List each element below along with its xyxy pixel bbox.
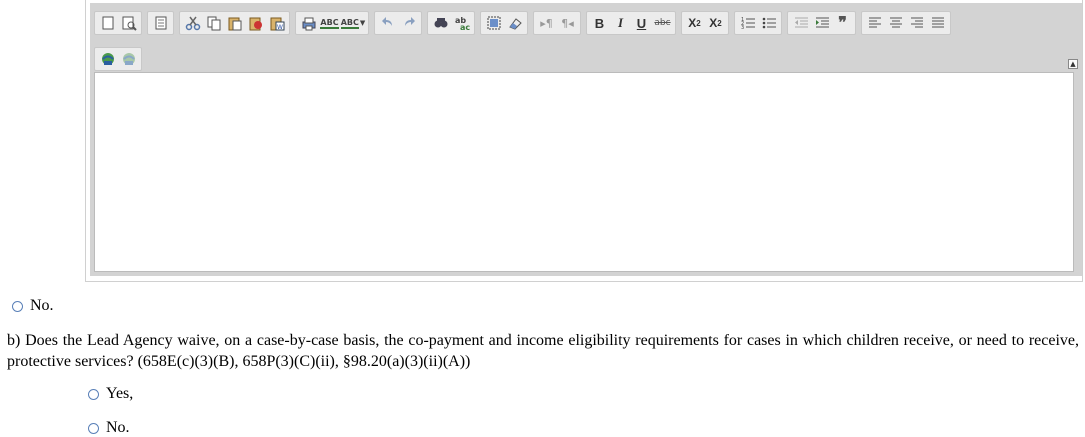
collapse-toolbar-button[interactable]: ▲ (1068, 59, 1078, 69)
option-label: No. (30, 297, 54, 314)
toolbar-group-select (480, 11, 528, 35)
toolbar-group-indent: ❞ (787, 11, 856, 35)
replace-icon[interactable]: ab ac (451, 13, 472, 33)
toolbar-group-templates (147, 11, 174, 35)
spellcheck-dropdown-icon[interactable]: ABC ▼ (340, 13, 366, 33)
radio-button[interactable] (88, 422, 99, 434)
paste-icon[interactable] (224, 13, 245, 33)
underline-icon[interactable]: U (631, 13, 652, 33)
toolbar-group-direction: ▸¶ ¶◂ (533, 11, 581, 35)
bulleted-list-icon[interactable] (758, 13, 779, 33)
toolbar-group-align (861, 11, 951, 35)
superscript-icon[interactable]: X2 (705, 13, 726, 33)
toolbar-group-find: ab ac (427, 11, 475, 35)
strike-icon[interactable]: abc (652, 13, 673, 33)
radio-button[interactable] (88, 388, 99, 400)
paste-text-icon[interactable] (245, 13, 266, 33)
superscript-glyph: X (709, 16, 718, 30)
link-icon[interactable] (97, 49, 118, 69)
new-page-icon[interactable] (97, 13, 118, 33)
option-yes[interactable]: Yes, (88, 385, 133, 403)
copy-icon[interactable] (203, 13, 224, 33)
toolbar-row-1: W ABC ABC ▼ ab ac ▸¶ ¶◂ B I Uabc X 2 X 2 1 2 3 ❞ (94, 10, 956, 36)
toolbar-group-basic-styles: B I Uabc (586, 11, 676, 35)
svg-text:W: W (277, 24, 283, 31)
undo-icon[interactable] (377, 13, 398, 33)
select-all-icon[interactable] (483, 13, 504, 33)
option-no-prev[interactable]: No. (12, 297, 54, 315)
toolbar-group-document (94, 11, 142, 35)
svg-text:ac: ac (460, 23, 470, 31)
subscript-icon[interactable]: X2 (684, 13, 705, 33)
toolbar-row-2 (94, 46, 147, 72)
align-right-icon[interactable] (906, 13, 927, 33)
svg-text:3: 3 (741, 25, 744, 31)
rtl-icon[interactable]: ¶◂ (557, 13, 578, 33)
redo-icon[interactable] (398, 13, 419, 33)
find-icon[interactable] (430, 13, 451, 33)
italic-icon[interactable]: I (610, 13, 631, 33)
outdent-icon[interactable] (790, 13, 811, 33)
option-no[interactable]: No. (88, 419, 130, 437)
toolbar-group-print-spell: ABC ABC ▼ (295, 11, 369, 35)
rich-text-editor: W ABC ABC ▼ ab ac ▸¶ ¶◂ B I Uabc X 2 X 2 1 2 3 ❞ ▲ (85, 0, 1083, 282)
ltr-icon[interactable]: ▸¶ (536, 13, 557, 33)
align-left-icon[interactable] (864, 13, 885, 33)
option-label: No. (106, 419, 130, 436)
radio-button[interactable] (12, 300, 23, 312)
remove-format-icon[interactable] (504, 13, 525, 33)
toolbar-group-links (94, 47, 142, 71)
subscript-glyph: X (688, 16, 697, 30)
preview-icon[interactable] (118, 13, 139, 33)
paste-word-icon[interactable]: W (266, 13, 287, 33)
numbered-list-icon[interactable]: 123 (737, 13, 758, 33)
align-center-icon[interactable] (885, 13, 906, 33)
blockquote-icon[interactable]: ❞ (832, 13, 853, 33)
editor-frame: W ABC ABC ▼ ab ac ▸¶ ¶◂ B I Uabc X 2 X 2 1 2 3 ❞ ▲ (90, 3, 1082, 276)
toolbar-group-lists: 123 (734, 11, 782, 35)
toolbar-group-undo (374, 11, 422, 35)
bold-icon[interactable]: B (589, 13, 610, 33)
print-icon[interactable] (298, 13, 319, 33)
toolbar-group-clipboard: W (179, 11, 290, 35)
align-justify-icon[interactable] (927, 13, 948, 33)
editor-content-area[interactable] (94, 72, 1074, 272)
templates-icon[interactable] (150, 13, 171, 33)
editor-toolbar: W ABC ABC ▼ ab ac ▸¶ ¶◂ B I Uabc X 2 X 2 1 2 3 ❞ (94, 10, 1080, 76)
cut-icon[interactable] (182, 13, 203, 33)
option-label: Yes, (106, 385, 134, 402)
toolbar-group-script: X2X2 (681, 11, 729, 35)
indent-icon[interactable] (811, 13, 832, 33)
spellcheck-icon[interactable]: ABC (319, 13, 340, 33)
unlink-icon[interactable] (118, 49, 139, 69)
question-text: b) Does the Lead Agency waive, on a case… (7, 332, 1079, 370)
